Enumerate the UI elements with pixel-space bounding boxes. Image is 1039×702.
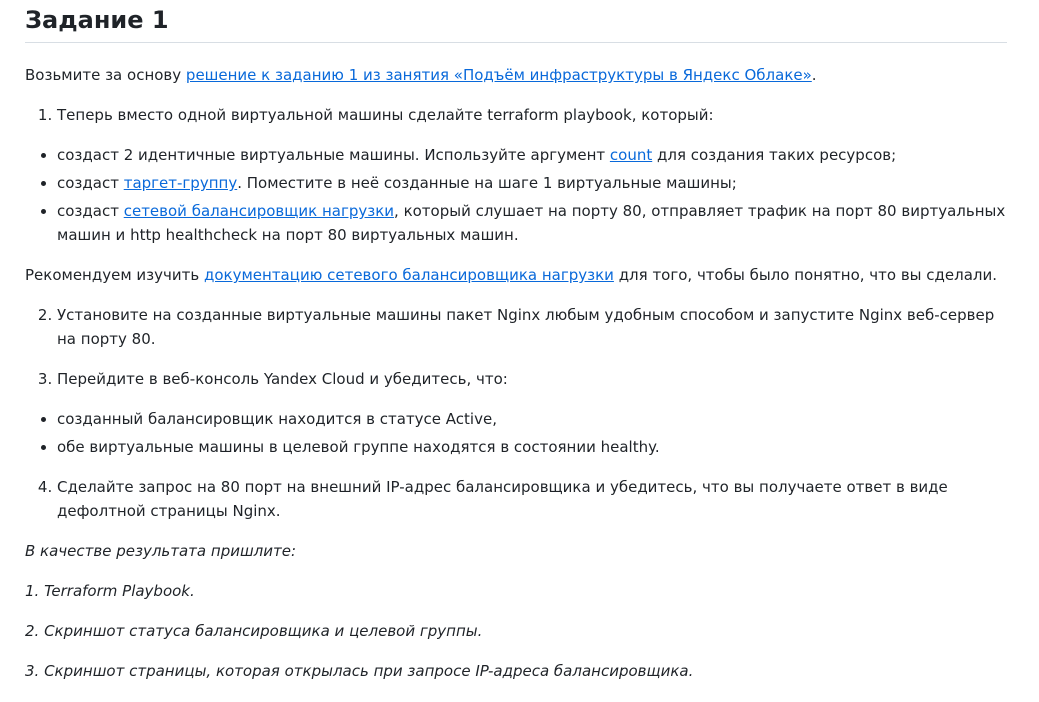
- intro-suffix: .: [811, 66, 817, 84]
- result-item-1: 1. Terraform Playbook.: [25, 582, 195, 600]
- docs-link[interactable]: документацию сетевого балансировщика наг…: [204, 266, 614, 284]
- bullet-vm-suffix: для создания таких ресурсов;: [652, 146, 897, 164]
- result-item-3: 3. Скриншот страницы, которая открылась …: [25, 662, 694, 680]
- bullet-target-group: создаст таргет-группу. Поместите в неё с…: [57, 171, 1007, 195]
- count-link[interactable]: count: [610, 146, 652, 164]
- step-1-bullets: создаст 2 идентичные виртуальные машины.…: [25, 143, 1007, 247]
- document-body: Задание 1 Возьмите за основу решение к з…: [0, 0, 1039, 683]
- bullet-lb-prefix: создаст: [57, 202, 124, 220]
- bullet-load-balancer: создаст сетевой балансировщик нагрузки, …: [57, 199, 1007, 247]
- step-4-item: Сделайте запрос на 80 порт на внешний IP…: [57, 475, 1007, 523]
- step-3-list: Перейдите в веб-консоль Yandex Cloud и у…: [25, 367, 1007, 391]
- intro-prefix: Возьмите за основу: [25, 66, 186, 84]
- step-3-bullets: созданный балансировщик находится в стат…: [25, 407, 1007, 459]
- recommend-paragraph: Рекомендуем изучить документацию сетевог…: [25, 263, 1007, 287]
- step-3-item: Перейдите в веб-консоль Yandex Cloud и у…: [57, 367, 1007, 391]
- bullet-tg-prefix: создаст: [57, 174, 124, 192]
- target-group-link[interactable]: таргет-группу: [124, 174, 237, 192]
- recommend-prefix: Рекомендуем изучить: [25, 266, 204, 284]
- bullet-vm: создаст 2 идентичные виртуальные машины.…: [57, 143, 1007, 167]
- step-1-item: Теперь вместо одной виртуальной машины с…: [57, 103, 1007, 127]
- bullet-tg-suffix: . Поместите в неё созданные на шаге 1 ви…: [237, 174, 737, 192]
- bullet-active: созданный балансировщик находится в стат…: [57, 407, 1007, 431]
- bullet-healthy: обе виртуальные машины в целевой группе …: [57, 435, 1007, 459]
- bullet-vm-prefix: создаст 2 идентичные виртуальные машины.…: [57, 146, 610, 164]
- result-item-2: 2. Скриншот статуса балансировщика и цел…: [25, 622, 483, 640]
- step-4-list: Сделайте запрос на 80 порт на внешний IP…: [25, 475, 1007, 523]
- page-title: Задание 1: [25, 0, 1007, 43]
- load-balancer-link[interactable]: сетевой балансировщик нагрузки: [124, 202, 394, 220]
- solution-link[interactable]: решение к заданию 1 из занятия «Подъём и…: [186, 66, 812, 84]
- step-1-list: Теперь вместо одной виртуальной машины с…: [25, 103, 1007, 127]
- step-2-list: Установите на созданные виртуальные маши…: [25, 303, 1007, 351]
- recommend-suffix: для того, чтобы было понятно, что вы сде…: [613, 266, 998, 284]
- step-2-item: Установите на созданные виртуальные маши…: [57, 303, 1007, 351]
- intro-paragraph: Возьмите за основу решение к заданию 1 и…: [25, 63, 1007, 87]
- result-title: В качестве результата пришлите:: [25, 542, 297, 560]
